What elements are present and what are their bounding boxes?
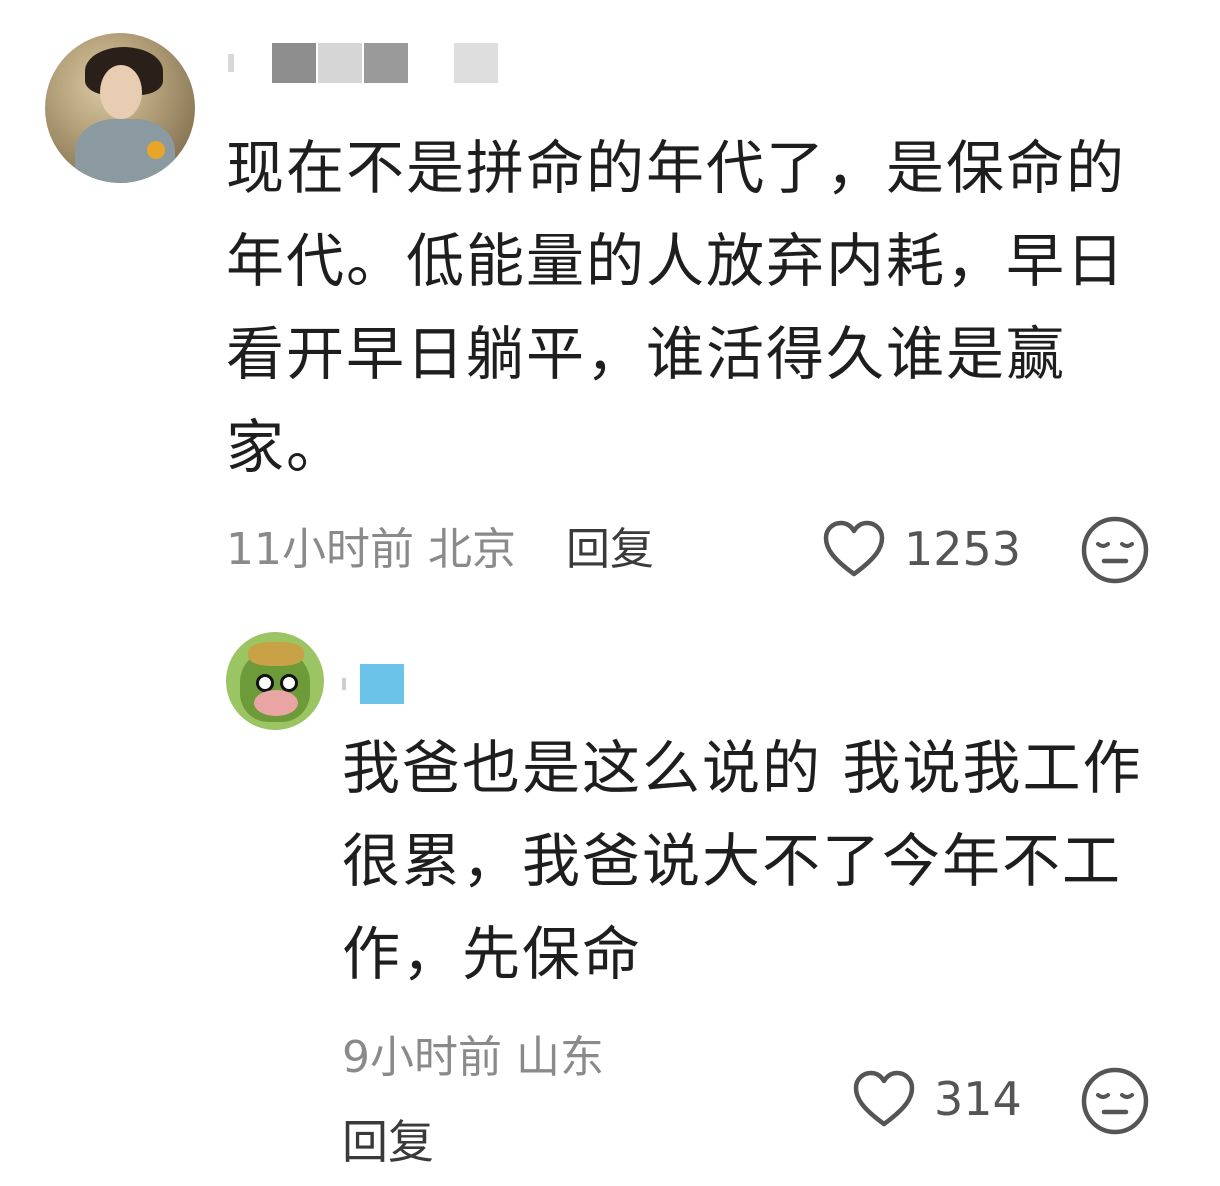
comment-time: 11小时前: [226, 524, 414, 575]
reply-button[interactable]: 回复: [566, 524, 654, 575]
redaction-block: [318, 43, 362, 83]
comment-meta: 11小时前 北京 回复: [226, 522, 654, 578]
reply-meta: 9小时前 山东: [342, 1030, 604, 1086]
redaction-block: [454, 43, 498, 83]
reply-time: 9小时前: [342, 1032, 502, 1083]
username-redacted[interactable]: [228, 42, 500, 84]
redaction-block: [236, 43, 270, 83]
reply-location: 山东: [516, 1032, 604, 1083]
avatar-eye-shape: [280, 674, 298, 692]
avatar-flower-shape: [147, 141, 165, 159]
avatar-hat-shape: [248, 642, 304, 666]
redaction-block: [360, 664, 404, 704]
redaction-block: [348, 664, 358, 704]
comment-item: 现在不是拼命的年代了，是保命的年代。低能量的人放弃内耗，早日看开早日躺平，谁活得…: [0, 0, 1220, 620]
reply-item: 我爸也是这么说的 我说我工作很累，我爸说大不了今年不工作，先保命 9小时前 山东…: [0, 620, 1220, 1186]
redaction-block: [342, 678, 346, 690]
like-count: 314: [934, 1072, 1022, 1126]
reaction-button[interactable]: [1080, 515, 1150, 589]
user-avatar[interactable]: [45, 33, 195, 183]
comment-location: 北京: [428, 524, 516, 575]
avatar-face-shape: [100, 65, 142, 119]
username-redacted[interactable]: [342, 662, 406, 706]
reply-button[interactable]: 回复: [342, 1114, 434, 1170]
like-button[interactable]: 314: [852, 1070, 1022, 1128]
neutral-face-icon: [1081, 516, 1149, 584]
comment-text: 现在不是拼命的年代了，是保命的年代。低能量的人放弃内耗，早日看开早日躺平，谁活得…: [226, 134, 1127, 481]
neutral-face-icon: [1081, 1067, 1149, 1135]
like-count: 1253: [904, 522, 1022, 576]
redaction-block: [228, 54, 234, 72]
reaction-button[interactable]: [1080, 1066, 1150, 1140]
like-button[interactable]: 1253: [822, 520, 1021, 578]
redaction-block: [410, 43, 452, 83]
redaction-block: [272, 43, 316, 83]
user-avatar[interactable]: [226, 632, 324, 730]
heart-outline-icon: [853, 1070, 915, 1127]
reply-text: 我爸也是这么说的 我说我工作很累，我爸说大不了今年不工作，先保命: [342, 734, 1143, 988]
redaction-block: [364, 43, 408, 83]
avatar-snout-shape: [254, 690, 298, 716]
heart-outline-icon: [823, 520, 885, 577]
